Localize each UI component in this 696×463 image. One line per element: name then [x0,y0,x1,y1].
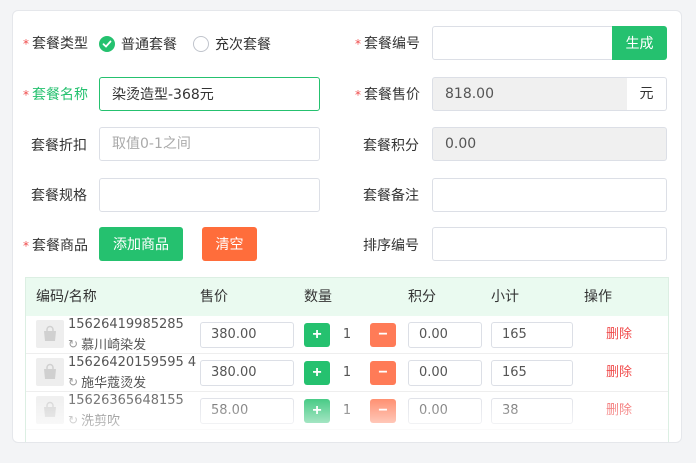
package-name-input[interactable] [99,77,320,111]
package-price-input: 818.00 [432,77,628,111]
package-name-label: * 套餐名称 [23,87,88,103]
qty-increase-button[interactable]: + [304,399,330,423]
package-form-card: *套餐类型 普通套餐 充次套餐 *套餐编号 生成 *套餐名称 *套餐售价 818… [12,10,682,443]
delete-row-link[interactable]: 删除 [606,354,632,392]
table-header: 编码/名称 售价 数量 积分 小计 操作 [26,278,668,316]
package-spec-label: 套餐规格 [31,188,87,204]
package-discount-input[interactable] [99,127,320,161]
clear-goods-button[interactable]: 清空 [202,227,257,261]
package-discount-label: 套餐折扣 [31,138,87,154]
row-points-input[interactable]: 0.00 [408,360,482,386]
package-spec-input[interactable] [99,178,320,212]
product-code: 15626420159595 4 [68,355,197,370]
package-goods-label: * 套餐商品 [23,238,88,254]
product-name: ↻ 施华蔻烫发 [68,374,147,392]
col-price: 售价 [200,289,228,305]
product-code: 15626365648155 [68,393,184,408]
radio-checked-icon [99,36,115,52]
add-goods-button[interactable]: 添加商品 [99,227,183,261]
package-remark-label: 套餐备注 [363,188,419,204]
package-points-label: 套餐积分 [363,138,419,154]
qty-value: 1 [342,403,352,418]
qty-decrease-button[interactable]: − [370,361,396,385]
package-remark-input[interactable] [432,178,667,212]
col-subtotal: 小计 [491,289,519,305]
product-image-icon [36,320,64,348]
package-type-label: * 套餐类型 [23,36,88,52]
row-subtotal-input[interactable]: 38 [491,398,573,424]
table-row: 15626420159595 4 ↻ 施华蔻烫发 380.00 + 1 − 0.… [26,354,668,392]
product-image-icon [36,358,64,386]
qty-value: 1 [342,327,352,342]
product-code: 15626419985285 [68,317,184,332]
qty-decrease-button[interactable]: − [370,323,396,347]
delete-row-link[interactable]: 删除 [606,316,632,354]
sort-number-label: 排序编号 [363,238,419,254]
package-code-input[interactable] [432,26,614,60]
qty-increase-button[interactable]: + [304,361,330,385]
row-subtotal-input[interactable]: 165 [491,360,573,386]
refresh-icon: ↻ [68,374,79,389]
product-name: ↻ 洗剪吹 [68,412,121,430]
refresh-icon: ↻ [68,336,79,351]
package-code-label: * 套餐编号 [355,36,420,52]
product-image-icon [36,396,64,424]
delete-row-link[interactable]: 删除 [606,392,632,430]
radio-unchecked-icon [193,36,209,52]
package-points-input: 0.00 [432,127,667,161]
row-price-input[interactable]: 58.00 [200,398,294,424]
col-quantity: 数量 [304,289,332,305]
price-unit-suffix: 元 [627,77,667,111]
row-price-input[interactable]: 380.00 [200,360,294,386]
generate-code-button[interactable]: 生成 [612,26,667,60]
refresh-icon: ↻ [68,412,79,427]
package-price-label: * 套餐售价 [355,87,420,103]
package-goods-table: 编码/名称 售价 数量 积分 小计 操作 15626419985285 ↻ 慕川… [25,277,669,442]
col-actions: 操作 [584,289,612,305]
table-row: 15626419985285 ↻ 慕川崎染发 380.00 + 1 − 0.00… [26,316,668,354]
radio-normal-package[interactable]: 普通套餐 [99,34,177,54]
qty-value: 1 [342,365,352,380]
row-points-input[interactable]: 0.00 [408,322,482,348]
qty-decrease-button[interactable]: − [370,399,396,423]
table-row: 15626365648155 ↻ 洗剪吹 58.00 + 1 − 0.00 38… [26,392,668,430]
qty-increase-button[interactable]: + [304,323,330,347]
sort-number-input[interactable] [432,227,667,261]
col-code-name: 编码/名称 [36,289,97,305]
radio-count-package[interactable]: 充次套餐 [193,34,271,54]
col-points: 积分 [408,289,436,305]
row-price-input[interactable]: 380.00 [200,322,294,348]
row-subtotal-input[interactable]: 165 [491,322,573,348]
row-points-input[interactable]: 0.00 [408,398,482,424]
product-name: ↻ 慕川崎染发 [68,336,147,354]
